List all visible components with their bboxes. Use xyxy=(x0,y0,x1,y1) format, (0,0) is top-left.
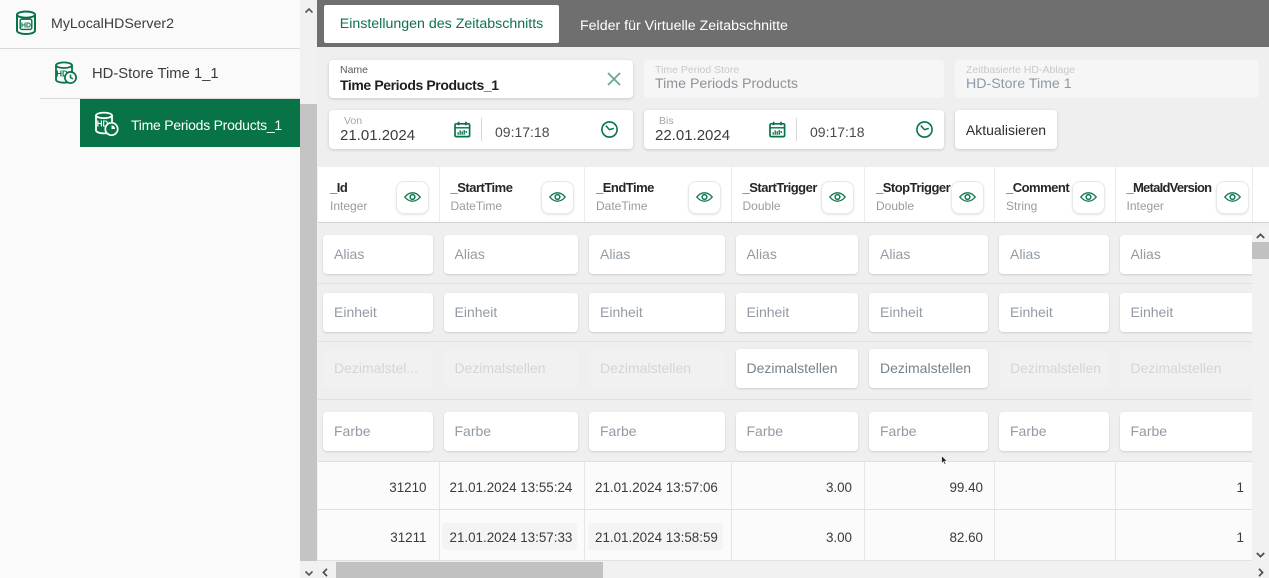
svg-text:HD: HD xyxy=(21,22,31,29)
